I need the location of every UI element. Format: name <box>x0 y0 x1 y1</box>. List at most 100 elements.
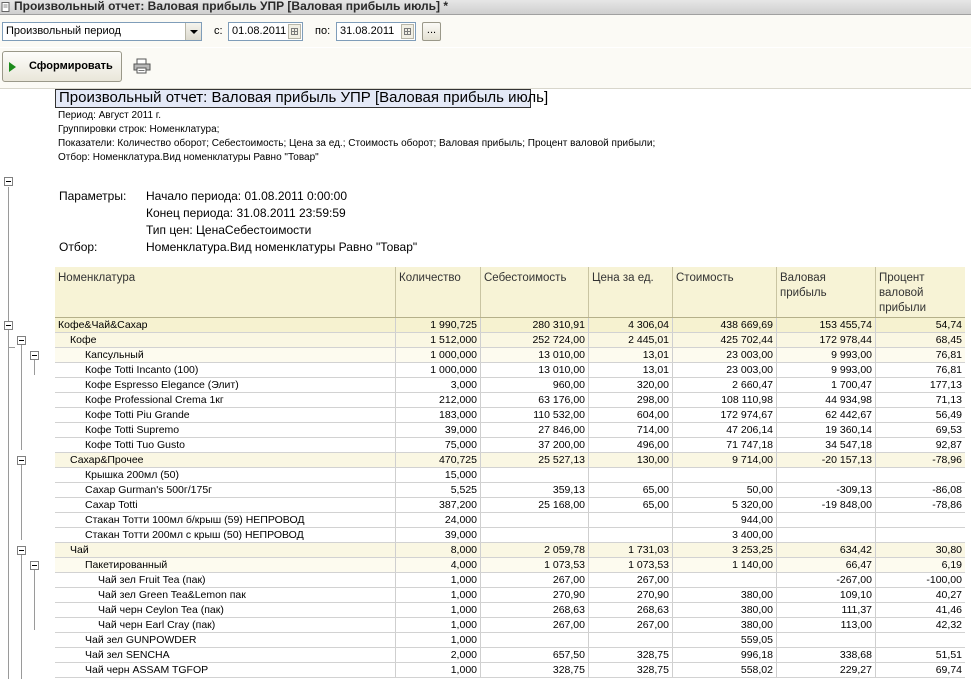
cell-profit[interactable] <box>776 468 875 483</box>
cell-item-name[interactable]: Кофе&Чай&Сахар <box>55 318 395 333</box>
cell-profit[interactable]: 111,37 <box>776 603 875 618</box>
cell-item-name[interactable]: Стакан Тотти 200мл с крыш (50) НЕПРОВОД <box>55 528 395 543</box>
cell-price[interactable]: 270,90 <box>588 588 672 603</box>
cell-price[interactable]: 328,75 <box>588 648 672 663</box>
cell-pct[interactable]: 68,45 <box>875 333 965 348</box>
cell-pct[interactable]: 51,51 <box>875 648 965 663</box>
cell-cost[interactable]: 25 168,00 <box>480 498 588 513</box>
cell-profit[interactable]: 634,42 <box>776 543 875 558</box>
cell-value[interactable]: 425 702,44 <box>672 333 776 348</box>
cell-qty[interactable]: 39,000 <box>395 528 480 543</box>
table-row[interactable]: Сахар Totti 387,200 25 168,00 65,00 5 320,00… <box>55 498 965 513</box>
cell-value[interactable]: 71 747,18 <box>672 438 776 453</box>
cell-qty[interactable]: 4,000 <box>395 558 480 573</box>
cell-profit[interactable]: 9 993,00 <box>776 348 875 363</box>
col-header-cost[interactable]: Себестоимость <box>480 267 588 317</box>
cell-value[interactable]: 23 003,00 <box>672 348 776 363</box>
cell-pct[interactable]: 76,81 <box>875 363 965 378</box>
cell-cost[interactable] <box>480 633 588 648</box>
cell-pct[interactable] <box>875 633 965 648</box>
cell-price[interactable]: 130,00 <box>588 453 672 468</box>
period-select-button[interactable]: ... <box>422 22 441 41</box>
cell-price[interactable]: 714,00 <box>588 423 672 438</box>
table-row[interactable]: Чай 8,000 2 059,78 1 731,03 3 253,25 634,42 30… <box>55 543 965 558</box>
cell-qty[interactable]: 1,000 <box>395 633 480 648</box>
cell-qty[interactable]: 1,000 <box>395 663 480 678</box>
cell-profit[interactable]: -309,13 <box>776 483 875 498</box>
cell-item-name[interactable]: Кофе Totti Incanto (100) <box>55 363 395 378</box>
cell-pct[interactable]: 71,13 <box>875 393 965 408</box>
cell-qty[interactable]: 1 990,725 <box>395 318 480 333</box>
cell-qty[interactable]: 2,000 <box>395 648 480 663</box>
cell-cost[interactable]: 328,75 <box>480 663 588 678</box>
table-row[interactable]: Капсульный 1 000,000 13 010,00 13,01 23 003,… <box>55 348 965 363</box>
table-row[interactable]: Чай зел GUNPOWDER 1,000 559,05 <box>55 633 965 648</box>
table-row[interactable]: Кофе Totti Supremo 39,000 27 846,00 714,00 4… <box>55 423 965 438</box>
cell-value[interactable]: 2 660,47 <box>672 378 776 393</box>
cell-pct[interactable]: 40,27 <box>875 588 965 603</box>
table-row[interactable]: Чай зел SENCHA 2,000 657,50 328,75 996,18 338… <box>55 648 965 663</box>
cell-value[interactable]: 9 714,00 <box>672 453 776 468</box>
cell-value[interactable]: 172 974,67 <box>672 408 776 423</box>
cell-profit[interactable]: -20 157,13 <box>776 453 875 468</box>
cell-qty[interactable]: 5,525 <box>395 483 480 498</box>
cell-profit[interactable]: 338,68 <box>776 648 875 663</box>
cell-value[interactable]: 3 400,00 <box>672 528 776 543</box>
cell-price[interactable]: 267,00 <box>588 573 672 588</box>
collapse-group-icon[interactable] <box>17 546 26 555</box>
cell-profit[interactable]: -19 848,00 <box>776 498 875 513</box>
cell-pct[interactable]: 69,53 <box>875 423 965 438</box>
cell-profit[interactable]: 34 547,18 <box>776 438 875 453</box>
col-header-gross-profit[interactable]: Валовая прибыль <box>776 267 875 317</box>
cell-pct[interactable]: 30,80 <box>875 543 965 558</box>
table-row[interactable]: Кофе 1 512,000 252 724,00 2 445,01 425 702,4… <box>55 333 965 348</box>
cell-value[interactable]: 50,00 <box>672 483 776 498</box>
cell-item-name[interactable]: Кофе Totti Piu Grande <box>55 408 395 423</box>
cell-cost[interactable]: 25 527,13 <box>480 453 588 468</box>
chevron-down-icon[interactable] <box>185 23 201 40</box>
cell-pct[interactable] <box>875 528 965 543</box>
table-row[interactable]: Пакетированный 4,000 1 073,53 1 073,53 1 140… <box>55 558 965 573</box>
cell-pct[interactable]: -78,96 <box>875 453 965 468</box>
cell-cost[interactable]: 27 846,00 <box>480 423 588 438</box>
cell-profit[interactable]: 1 700,47 <box>776 378 875 393</box>
table-row[interactable]: Чай зел Green Tea&Lemon пак 1,000 270,90 27… <box>55 588 965 603</box>
cell-value[interactable]: 996,18 <box>672 648 776 663</box>
cell-value[interactable]: 438 669,69 <box>672 318 776 333</box>
table-row[interactable]: Кофе&Чай&Сахар 1 990,725 280 310,91 4 306,0… <box>55 318 965 333</box>
cell-cost[interactable]: 268,63 <box>480 603 588 618</box>
cell-price[interactable]: 65,00 <box>588 498 672 513</box>
cell-pct[interactable]: 41,46 <box>875 603 965 618</box>
cell-cost[interactable] <box>480 513 588 528</box>
cell-qty[interactable]: 3,000 <box>395 378 480 393</box>
cell-price[interactable]: 496,00 <box>588 438 672 453</box>
table-row[interactable]: Стакан Тотти 100мл б/крыш (59) НЕПРОВОД 2… <box>55 513 965 528</box>
calendar-icon[interactable] <box>288 24 301 39</box>
cell-pct[interactable]: 54,74 <box>875 318 965 333</box>
cell-pct[interactable]: -78,86 <box>875 498 965 513</box>
table-row[interactable]: Кофе Professional Crema 1кг 212,000 63 176… <box>55 393 965 408</box>
cell-item-name[interactable]: Сахар Totti <box>55 498 395 513</box>
cell-price[interactable]: 13,01 <box>588 348 672 363</box>
cell-pct[interactable]: 6,19 <box>875 558 965 573</box>
table-row[interactable]: Чай черн ASSAM TGFOP 1,000 328,75 328,75 558… <box>55 663 965 678</box>
cell-item-name[interactable]: Крышка 200мл (50) <box>55 468 395 483</box>
cell-cost[interactable]: 267,00 <box>480 573 588 588</box>
cell-qty[interactable]: 1 000,000 <box>395 348 480 363</box>
cell-value[interactable]: 380,00 <box>672 603 776 618</box>
cell-price[interactable]: 13,01 <box>588 363 672 378</box>
col-header-item[interactable]: Номенклатура <box>55 267 395 317</box>
table-row[interactable]: Сахар&Прочее 470,725 25 527,13 130,00 9 714,… <box>55 453 965 468</box>
cell-cost[interactable]: 252 724,00 <box>480 333 588 348</box>
cell-pct[interactable]: 76,81 <box>875 348 965 363</box>
generate-report-button[interactable]: Сформировать <box>2 51 122 82</box>
cell-qty[interactable]: 8,000 <box>395 543 480 558</box>
cell-value[interactable]: 23 003,00 <box>672 363 776 378</box>
cell-qty[interactable]: 39,000 <box>395 423 480 438</box>
cell-qty[interactable]: 24,000 <box>395 513 480 528</box>
cell-price[interactable]: 604,00 <box>588 408 672 423</box>
cell-profit[interactable]: 44 934,98 <box>776 393 875 408</box>
collapse-group-icon[interactable] <box>17 456 26 465</box>
cell-item-name[interactable]: Чай черн ASSAM TGFOP <box>55 663 395 678</box>
col-header-value[interactable]: Стоимость <box>672 267 776 317</box>
